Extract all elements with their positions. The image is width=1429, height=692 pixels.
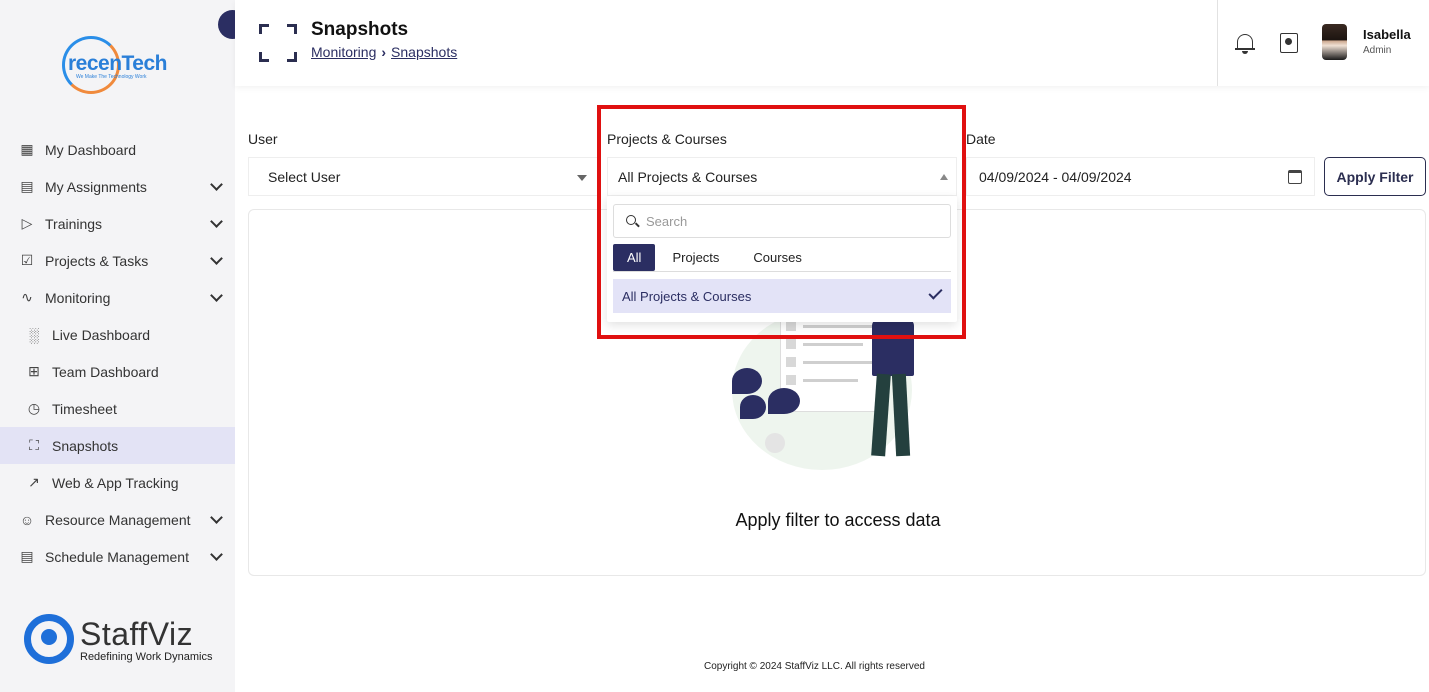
staffviz-mark-icon (24, 614, 74, 664)
sidebar-item-my-dashboard[interactable]: ▦ My Dashboard (0, 131, 235, 168)
date-filter-label: Date (966, 131, 996, 147)
dropdown-tabs: All Projects Courses (613, 244, 951, 272)
chevron-down-icon[interactable] (210, 548, 223, 561)
notification-bell-icon[interactable] (1235, 32, 1255, 54)
sidebar-nav: ▦ My Dashboard ▤ My Assignments ▷ Traini… (0, 131, 235, 575)
monitor-graph-icon: ∿ (21, 289, 33, 305)
search-placeholder: Search (646, 213, 688, 229)
page-header: Snapshots Monitoring › Snapshots Isabell… (235, 0, 1429, 86)
page-title: Snapshots (311, 19, 409, 40)
company-logo[interactable]: recenTech We Make The Technology Work (60, 34, 180, 98)
sidebar-item-label: Web & App Tracking (52, 474, 179, 491)
empty-state-message: Apply filter to access data (735, 510, 941, 530)
sidebar-item-timesheet[interactable]: ◷ Timesheet (0, 390, 235, 427)
user-filter-label: User (248, 131, 278, 147)
guide-book-icon[interactable] (1280, 33, 1298, 53)
avatar[interactable] (1322, 24, 1347, 60)
apply-filter-button[interactable]: Apply Filter (1324, 157, 1426, 196)
sidebar-item-label: Schedule Management (45, 548, 189, 565)
sidebar-item-label: Monitoring (45, 289, 111, 306)
breadcrumb: Monitoring › Snapshots (311, 44, 457, 60)
projects-filter-label: Projects & Courses (607, 131, 727, 147)
clipboard-check-icon: ☑ (20, 252, 34, 268)
projects-dropdown-menu: Search All Projects Courses All Projects… (607, 196, 957, 322)
sidebar-item-resource-management[interactable]: ☺ Resource Management (0, 501, 235, 538)
chevron-down-icon[interactable] (210, 215, 223, 228)
grid-plus-icon: ⊞ (28, 363, 40, 379)
empty-state-illustration (730, 300, 930, 475)
date-range-value: 04/09/2024 - 04/09/2024 (979, 168, 1132, 185)
sidebar-item-my-assignments[interactable]: ▤ My Assignments (0, 168, 235, 205)
video-icon: ▷ (21, 215, 33, 231)
breadcrumb-snapshots[interactable]: Snapshots (391, 44, 457, 60)
sidebar-item-label: Trainings (45, 215, 103, 232)
user-role: Admin (1363, 45, 1392, 56)
breadcrumb-monitoring[interactable]: Monitoring (311, 44, 376, 60)
option-label: All Projects & Courses (622, 288, 752, 304)
projects-select-value: All Projects & Courses (618, 168, 758, 185)
chevron-down-icon[interactable] (210, 178, 223, 191)
line-chart-icon: ↗ (28, 474, 40, 490)
sidebar-item-label: Live Dashboard (52, 326, 151, 343)
caret-up-icon (940, 174, 948, 180)
checkmark-icon (928, 285, 943, 300)
calendar-icon[interactable] (1288, 170, 1302, 184)
staffviz-name: StaffViz (80, 616, 194, 652)
bar-chart-icon: ░ (29, 326, 39, 343)
user-select[interactable]: Select User (248, 157, 598, 196)
user-select-value: Select User (268, 168, 341, 185)
tab-all[interactable]: All (613, 244, 656, 271)
clock-icon: ◷ (27, 400, 41, 416)
sidebar-item-live-dashboard[interactable]: ░ Live Dashboard (0, 316, 235, 353)
sidebar-item-label: Projects & Tasks (45, 252, 149, 269)
sidebar: recenTech We Make The Technology Work ▦ … (0, 0, 235, 692)
header-divider (1217, 0, 1218, 86)
sidebar-item-label: Snapshots (52, 437, 119, 454)
sidebar-item-schedule-management[interactable]: ▤ Schedule Management (0, 538, 235, 575)
chevron-down-icon[interactable] (210, 289, 223, 302)
sidebar-item-label: Timesheet (52, 400, 117, 417)
chevron-down-icon[interactable] (210, 252, 223, 265)
sidebar-item-monitoring[interactable]: ∿ Monitoring (0, 279, 235, 316)
date-range-input[interactable]: 04/09/2024 - 04/09/2024 (966, 157, 1315, 196)
logo-brand: recenTech (68, 52, 168, 75)
sidebar-item-snapshots[interactable]: ⛶ Snapshots (0, 427, 235, 464)
sidebar-item-label: Team Dashboard (52, 363, 159, 380)
footer-copyright: Copyright © 2024 StaffViz LLC. All right… (703, 661, 925, 672)
document-icon: ▤ (20, 178, 34, 194)
tab-projects[interactable]: Projects (655, 244, 736, 271)
chevron-right-icon: › (381, 44, 387, 60)
frame-icon: ⛶ (29, 437, 39, 453)
sidebar-item-trainings[interactable]: ▷ Trainings (0, 205, 235, 242)
search-icon (626, 215, 636, 225)
projects-select[interactable]: All Projects & Courses (607, 157, 957, 196)
caret-down-icon (577, 175, 587, 181)
user-name[interactable]: Isabella (1363, 27, 1411, 42)
chevron-down-icon[interactable] (210, 511, 223, 524)
dropdown-option-all[interactable]: All Projects & Courses (613, 279, 951, 313)
sidebar-item-label: Resource Management (45, 511, 191, 528)
sidebar-item-label: My Assignments (45, 178, 147, 195)
users-gear-icon: ☺ (19, 511, 35, 528)
calendar-icon: ▤ (20, 548, 34, 564)
grid-icon: ▦ (20, 141, 34, 157)
sidebar-item-label: My Dashboard (45, 141, 137, 158)
sidebar-item-web-app-tracking[interactable]: ↗ Web & App Tracking (0, 464, 235, 501)
logo-tagline: We Make The Technology Work (76, 74, 147, 80)
tab-courses[interactable]: Courses (736, 244, 818, 271)
snapshot-frame-icon (259, 24, 297, 62)
sidebar-item-team-dashboard[interactable]: ⊞ Team Dashboard (0, 353, 235, 390)
sidebar-item-projects-tasks[interactable]: ☑ Projects & Tasks (0, 242, 235, 279)
staffviz-logo: StaffViz Redefining Work Dynamics (22, 612, 222, 668)
dropdown-search-input[interactable]: Search (613, 204, 951, 238)
